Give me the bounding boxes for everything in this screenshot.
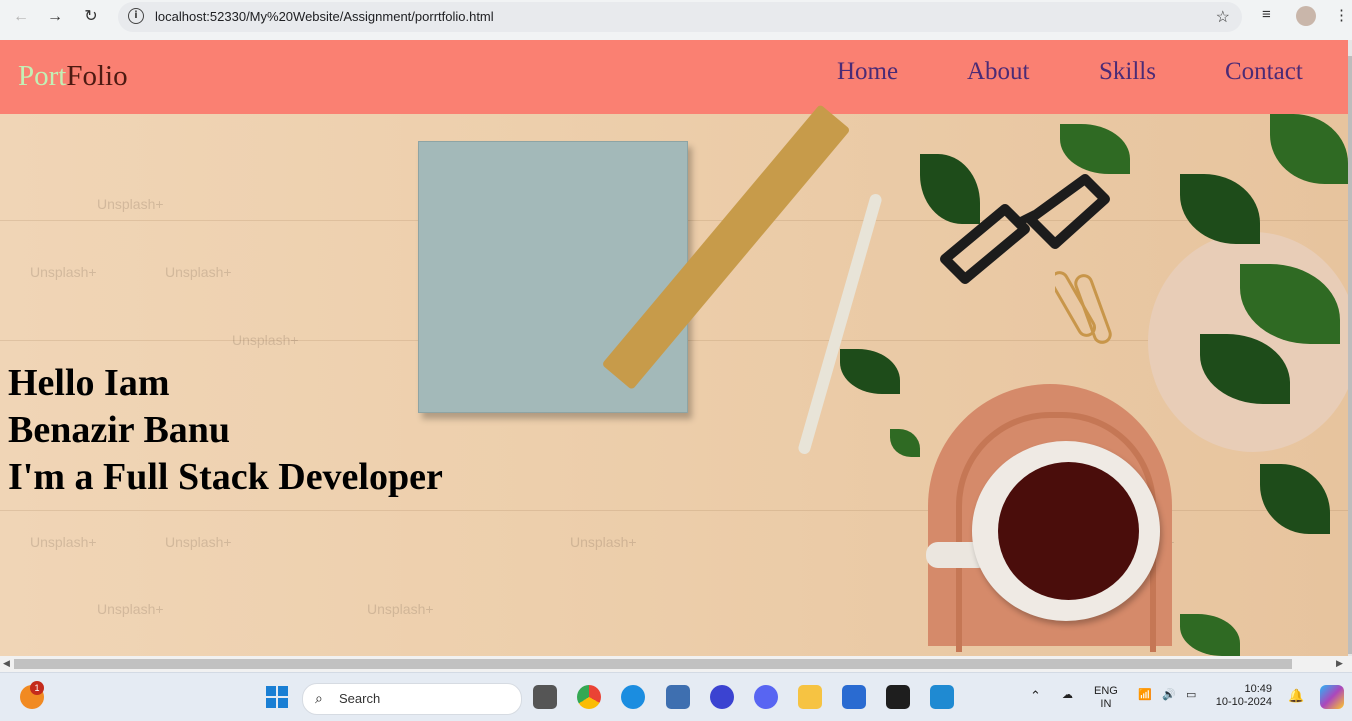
- notification-badge: 1: [30, 681, 44, 695]
- edge-icon[interactable]: [621, 685, 645, 709]
- nav-contact[interactable]: Contact: [1225, 58, 1303, 86]
- watermark: Unsplash+: [570, 534, 637, 550]
- tea: [998, 462, 1139, 600]
- vscode-icon[interactable]: [930, 685, 954, 709]
- site-header: PortFolio Home About Skills Contact: [0, 40, 1348, 114]
- logo-part1: Port: [18, 60, 67, 92]
- scroll-left-icon[interactable]: ◀: [3, 658, 10, 669]
- hero-heading: Hello Iam Benazir Banu I'm a Full Stack …: [8, 360, 443, 501]
- hero-section: Unsplash+ Unsplash+ Unsplash+ Unsplash+ …: [0, 104, 1348, 656]
- leaf: [1260, 464, 1330, 534]
- discord-icon[interactable]: [754, 685, 778, 709]
- profile-avatar[interactable]: [1296, 6, 1316, 26]
- language-line2: IN: [1100, 698, 1112, 710]
- forward-button[interactable]: →: [42, 6, 68, 28]
- taskbar-search[interactable]: ⌕ Search: [302, 683, 522, 715]
- notification-bell-icon[interactable]: 🔔: [1288, 689, 1304, 702]
- volume-icon[interactable]: 🔊: [1162, 689, 1176, 702]
- address-bar[interactable]: i localhost:52330/My%20Website/Assignmen…: [118, 2, 1242, 32]
- search-icon: ⌕: [315, 690, 323, 706]
- pencil: [797, 192, 883, 456]
- figma-icon[interactable]: [886, 685, 910, 709]
- site-info-icon[interactable]: i: [128, 8, 144, 24]
- hero-line-greeting: Hello Iam: [8, 362, 170, 404]
- chevron-up-icon[interactable]: ⌃: [1030, 689, 1041, 702]
- watermark: Unsplash+: [97, 601, 164, 617]
- logo-part2: Folio: [66, 60, 128, 92]
- watermark: Unsplash+: [165, 534, 232, 550]
- leaf: [1180, 614, 1240, 656]
- watermark: Unsplash+: [30, 534, 97, 550]
- clock[interactable]: 10:49 10-10-2024: [1214, 683, 1272, 709]
- leaf: [890, 429, 920, 457]
- task-view-icon[interactable]: [533, 685, 557, 709]
- hero-line-role: I'm a Full Stack Developer: [8, 456, 443, 498]
- language-indicator[interactable]: ENG IN: [1094, 685, 1118, 711]
- url-text[interactable]: localhost:52330/My%20Website/Assignment/…: [155, 9, 494, 24]
- search-placeholder: Search: [339, 691, 381, 706]
- leaf: [1180, 174, 1260, 244]
- clock-time: 10:49: [1244, 683, 1272, 695]
- browser-toolbar: ← → ↻ i localhost:52330/My%20Website/Ass…: [0, 0, 1352, 40]
- watermark: Unsplash+: [165, 264, 232, 280]
- vertical-scrollbar[interactable]: [1348, 40, 1352, 656]
- menu-kebab-icon[interactable]: ⋮: [1334, 6, 1349, 24]
- site-logo[interactable]: PortFolio: [18, 60, 128, 93]
- reading-list-icon[interactable]: ≡: [1262, 6, 1271, 23]
- windows-taskbar: 1 ⌕ Search ⌃ ☁ ENG IN 📶 🔊 ▭ 10:49 10-10-…: [0, 672, 1352, 721]
- watermark: Unsplash+: [232, 332, 299, 348]
- copilot-icon[interactable]: [1320, 685, 1344, 709]
- leaf: [1270, 114, 1348, 184]
- watermark: Unsplash+: [30, 264, 97, 280]
- gift-box: [418, 141, 688, 413]
- back-button[interactable]: ←: [8, 6, 34, 28]
- cloud-icon[interactable]: ☁: [1062, 689, 1073, 702]
- language-line1: ENG: [1094, 685, 1118, 697]
- battery-icon[interactable]: ▭: [1186, 689, 1196, 702]
- horizontal-scrollbar-thumb[interactable]: [14, 659, 1292, 669]
- watermark: Unsplash+: [97, 196, 164, 212]
- scroll-right-icon[interactable]: ▶: [1336, 658, 1343, 669]
- star-icon[interactable]: ☆: [1216, 7, 1230, 27]
- python-icon[interactable]: [666, 685, 690, 709]
- app-w-icon[interactable]: [710, 685, 734, 709]
- clock-date: 10-10-2024: [1215, 696, 1272, 708]
- horizontal-scrollbar[interactable]: ◀ ▶: [0, 656, 1352, 672]
- page-viewport: PortFolio Home About Skills Contact Unsp…: [0, 40, 1348, 656]
- chrome-icon[interactable]: [577, 685, 601, 709]
- hero-line-name: Benazir Banu: [8, 409, 231, 451]
- leaf: [840, 349, 900, 394]
- nav-skills[interactable]: Skills: [1099, 58, 1156, 86]
- wifi-icon[interactable]: 📶: [1138, 689, 1152, 702]
- paper-clips: [1055, 271, 1112, 344]
- vertical-scrollbar-thumb[interactable]: [1348, 56, 1352, 654]
- nav-home[interactable]: Home: [837, 58, 898, 86]
- windows-start-icon[interactable]: [266, 686, 288, 708]
- watermark: Unsplash+: [367, 601, 434, 617]
- microsoft-store-icon[interactable]: [842, 685, 866, 709]
- nav-about[interactable]: About: [967, 58, 1030, 86]
- file-explorer-icon[interactable]: [798, 685, 822, 709]
- reload-button[interactable]: ↻: [78, 6, 104, 28]
- tea-cup: [972, 441, 1160, 621]
